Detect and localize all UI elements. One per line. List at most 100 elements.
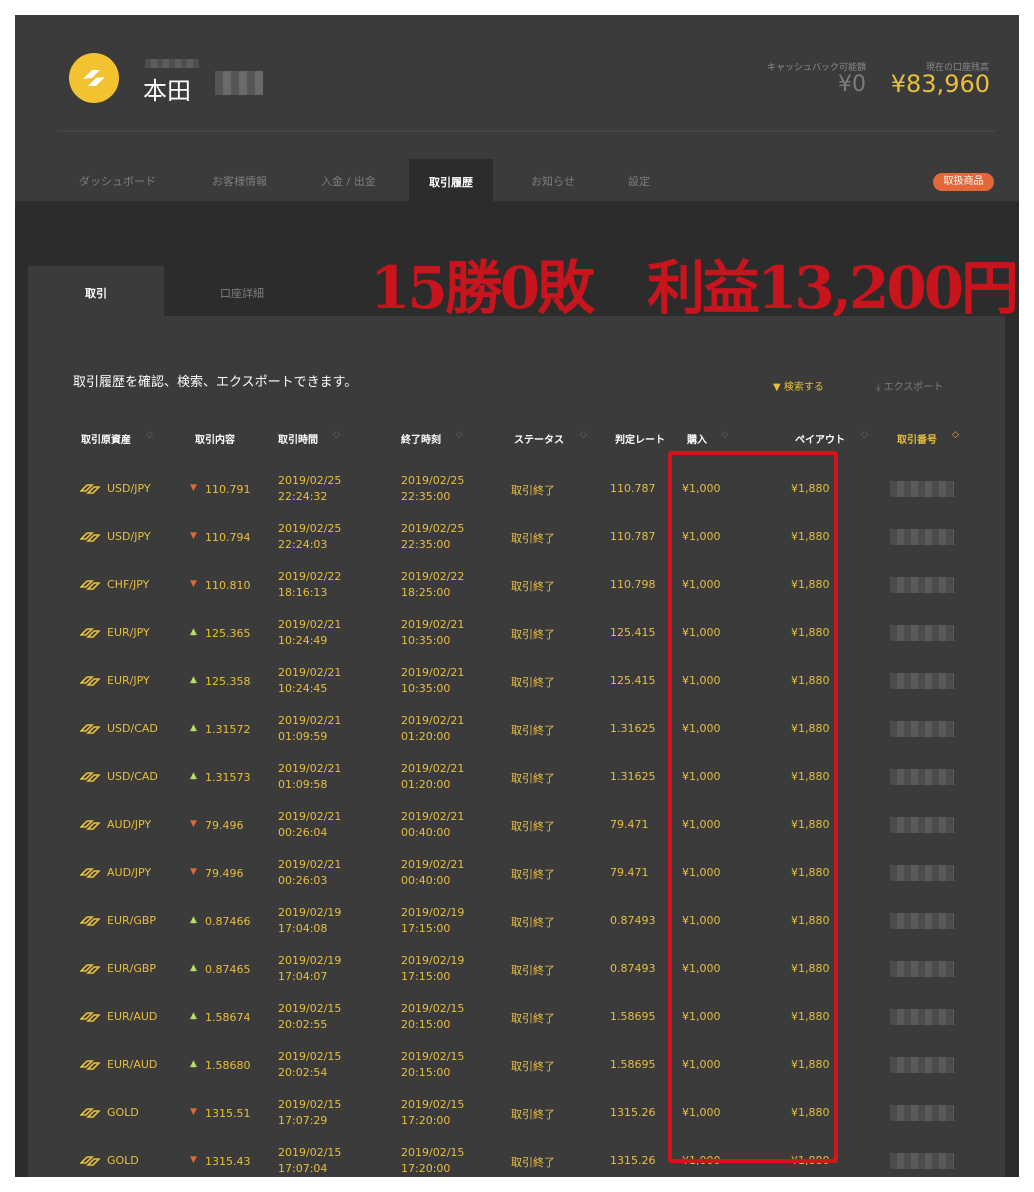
trade-time: 17:07:29	[278, 1114, 328, 1127]
end-date: 2019/02/21	[401, 618, 465, 631]
redacted-trade-id	[890, 817, 954, 833]
status: 取引終了	[511, 724, 555, 737]
trade-history-panel: 取引履歴を確認、検索、エクスポートできます。 ▼ 検索する ⤓ エクスポート 取…	[28, 316, 1005, 1177]
judge-rate: 125.415	[610, 626, 656, 639]
export-button[interactable]: ⤓ エクスポート	[876, 378, 943, 393]
asset-link-icon	[79, 864, 101, 883]
col-end-time[interactable]: 終了時刻	[401, 431, 441, 446]
tab-settings[interactable]: 設定	[628, 173, 650, 189]
redacted-trade-id	[890, 625, 954, 641]
trade-time: 18:16:13	[278, 586, 328, 599]
asset-name[interactable]: EUR/GBP	[107, 914, 156, 927]
asset-name[interactable]: EUR/JPY	[107, 626, 150, 639]
tab-news[interactable]: お知らせ	[531, 173, 575, 189]
tab-deposit-withdraw[interactable]: 入金 / 出金	[321, 173, 376, 189]
trade-time: 00:26:04	[278, 826, 328, 839]
status: 取引終了	[511, 916, 555, 929]
arrow-down-icon: ▼	[190, 579, 197, 589]
user-name: 本田	[143, 77, 191, 105]
col-buy[interactable]: 購入	[687, 431, 707, 446]
arrow-up-icon: ▲	[190, 915, 197, 925]
end-time: 17:20:00	[401, 1162, 451, 1175]
status: 取引終了	[511, 964, 555, 977]
entry-rate: 0.87466	[205, 915, 251, 928]
asset-name[interactable]: AUD/JPY	[107, 818, 151, 831]
status: 取引終了	[511, 1108, 555, 1121]
account-header: 本田 キャッシュバック可能額 ¥0 現在の口座残高 ¥83,960 ダッシュボー…	[15, 15, 1019, 201]
products-button[interactable]: 取扱商品	[933, 173, 994, 191]
redacted-trade-id	[890, 481, 954, 497]
redacted-label	[145, 59, 199, 68]
intro-text: 取引履歴を確認、検索、エクスポートできます。	[73, 375, 358, 390]
trade-date: 2019/02/21	[278, 858, 342, 871]
trade-time: 00:26:03	[278, 874, 328, 887]
entry-rate: 1.58674	[205, 1011, 251, 1024]
tab-customer-info[interactable]: お客様情報	[212, 173, 267, 189]
asset-name[interactable]: USD/JPY	[107, 482, 151, 495]
subtab-trades[interactable]: 取引	[28, 266, 164, 316]
end-date: 2019/02/21	[401, 762, 465, 775]
arrow-down-icon: ▼	[190, 483, 197, 493]
end-time: 22:35:00	[401, 538, 451, 551]
sort-icon[interactable]: ◇	[333, 430, 340, 440]
trade-date: 2019/02/15	[278, 1098, 342, 1111]
sort-icon[interactable]: ◇	[456, 430, 463, 440]
col-trade-id[interactable]: 取引番号	[897, 431, 937, 446]
col-judge-rate[interactable]: 判定レート	[615, 431, 665, 446]
trade-time: 01:09:59	[278, 730, 328, 743]
arrow-down-icon: ▼	[190, 819, 197, 829]
entry-rate: 1315.51	[205, 1107, 251, 1120]
asset-name[interactable]: EUR/AUD	[107, 1010, 157, 1023]
search-button[interactable]: ▼ 検索する	[773, 378, 824, 393]
subtab-account-details[interactable]: 口座詳細	[164, 266, 320, 316]
end-time: 10:35:00	[401, 682, 451, 695]
asset-name[interactable]: GOLD	[107, 1154, 139, 1167]
brand-logo-icon[interactable]	[69, 53, 119, 103]
tab-dashboard[interactable]: ダッシュボード	[79, 173, 156, 189]
entry-rate: 79.496	[205, 867, 244, 880]
judge-rate: 1.31625	[610, 722, 656, 735]
sort-icon[interactable]: ◇	[861, 430, 868, 440]
col-payout[interactable]: ペイアウト	[795, 431, 845, 446]
arrow-down-icon: ▼	[190, 531, 197, 541]
app-frame: 本田 キャッシュバック可能額 ¥0 現在の口座残高 ¥83,960 ダッシュボー…	[15, 15, 1019, 1177]
sort-icon[interactable]: ◇	[952, 430, 959, 440]
asset-name[interactable]: EUR/AUD	[107, 1058, 157, 1071]
end-date: 2019/02/25	[401, 474, 465, 487]
col-status[interactable]: ステータス	[514, 431, 564, 446]
asset-link-icon	[79, 1056, 101, 1075]
sort-icon[interactable]: ◇	[146, 430, 153, 440]
trade-time: 20:02:55	[278, 1018, 328, 1031]
entry-rate: 125.358	[205, 675, 251, 688]
divider	[57, 130, 995, 132]
sort-icon[interactable]: ◇	[580, 430, 587, 440]
redacted-trade-id	[890, 1009, 954, 1025]
asset-name[interactable]: USD/CAD	[107, 722, 158, 735]
asset-name[interactable]: EUR/GBP	[107, 962, 156, 975]
asset-link-icon	[79, 480, 101, 499]
entry-rate: 1.58680	[205, 1059, 251, 1072]
col-asset[interactable]: 取引原資産	[81, 431, 131, 446]
status: 取引終了	[511, 484, 555, 497]
asset-name[interactable]: AUD/JPY	[107, 866, 151, 879]
judge-rate: 1.58695	[610, 1010, 656, 1023]
asset-link-icon	[79, 768, 101, 787]
asset-link-icon	[79, 624, 101, 643]
asset-name[interactable]: CHF/JPY	[107, 578, 149, 591]
asset-name[interactable]: EUR/JPY	[107, 674, 150, 687]
asset-name[interactable]: GOLD	[107, 1106, 139, 1119]
judge-rate: 1.58695	[610, 1058, 656, 1071]
search-label: 検索する	[783, 382, 824, 393]
asset-name[interactable]: USD/CAD	[107, 770, 158, 783]
tab-trade-history[interactable]: 取引履歴	[409, 159, 493, 201]
asset-link-icon	[79, 672, 101, 691]
trade-date: 2019/02/21	[278, 618, 342, 631]
col-trade-time[interactable]: 取引時間	[278, 431, 318, 446]
asset-name[interactable]: USD/JPY	[107, 530, 151, 543]
redacted-trade-id	[890, 769, 954, 785]
trade-date: 2019/02/25	[278, 522, 342, 535]
redacted-trade-id	[890, 961, 954, 977]
col-trade-content[interactable]: 取引内容	[195, 431, 235, 446]
arrow-up-icon: ▲	[190, 963, 197, 973]
sort-icon[interactable]: ◇	[721, 430, 728, 440]
